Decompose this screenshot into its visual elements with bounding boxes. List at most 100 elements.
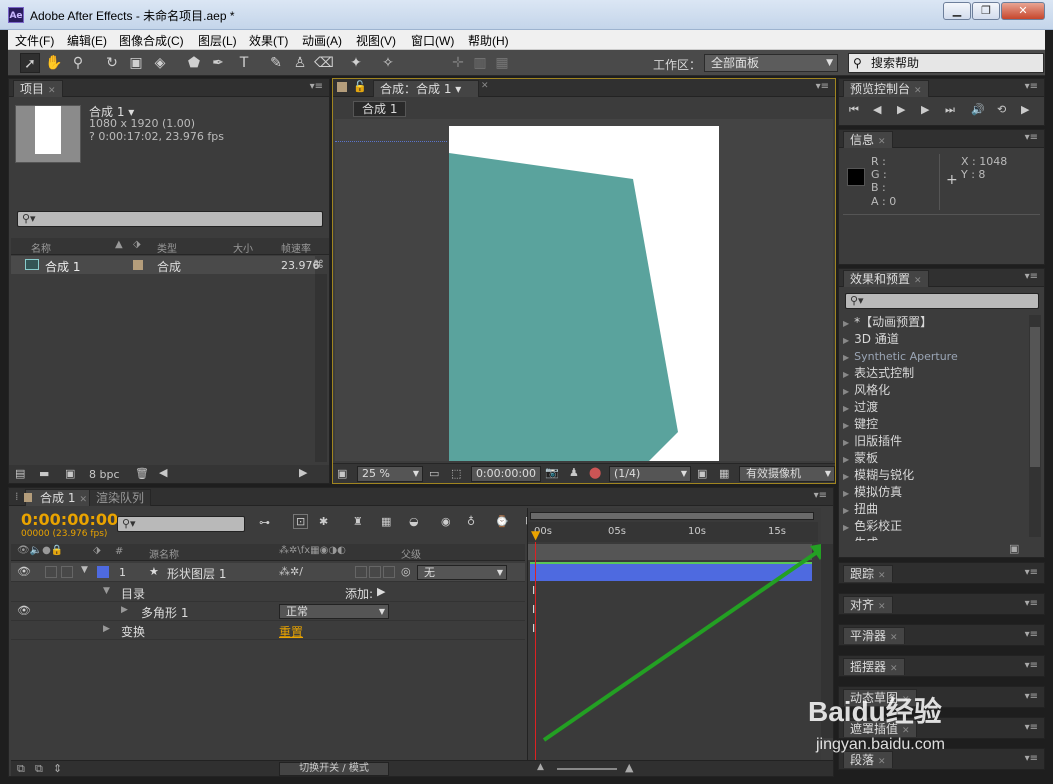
layer-switches-icon[interactable]: ⁂✲/ — [279, 565, 303, 578]
col-fps[interactable]: 帧速率 — [281, 240, 311, 255]
menu-view[interactable]: 视图(V) — [356, 32, 396, 49]
selection-tool-icon[interactable]: ➚ — [20, 53, 40, 73]
add-menu-icon[interactable]: ▶ — [377, 585, 385, 598]
pick-whip-icon[interactable]: ◎ — [401, 565, 411, 578]
effects-category-item[interactable]: ▶ 蒙板 — [843, 450, 1023, 467]
effects-category-item[interactable]: ▶ *【动画预置】 — [843, 314, 1023, 331]
loop-icon[interactable]: ⟲ — [997, 103, 1006, 116]
new-preset-icon[interactable]: ▣ — [1009, 542, 1019, 555]
menu-edit[interactable]: 编辑(E) — [67, 32, 107, 49]
panel-menu-icon[interactable]: ▾≡ — [1025, 629, 1038, 640]
parent-dropdown[interactable]: 无 ▼ — [417, 565, 507, 580]
last-frame-icon[interactable]: ⏭ — [945, 103, 955, 117]
zoom-tool-icon[interactable]: ⚲ — [68, 53, 88, 73]
timeline-zoom-slider[interactable] — [557, 768, 617, 770]
switch-checkbox[interactable] — [355, 566, 367, 578]
expand-arrow-icon[interactable]: ▼ — [81, 565, 88, 575]
panel-menu-icon[interactable]: ▾≡ — [1025, 722, 1038, 733]
reset-link[interactable]: 重置 — [279, 623, 303, 640]
roto-brush-tool-icon[interactable]: ✦ — [346, 53, 366, 73]
minimize-button[interactable]: ▁ — [943, 2, 971, 20]
auto-keyframe-icon[interactable]: ♁ — [467, 515, 475, 528]
close-button[interactable]: ✕ — [1001, 2, 1045, 20]
comp-mini-flowchart-icon[interactable]: ⊶ — [259, 516, 270, 529]
help-search-input[interactable]: ⚲ 搜索帮助 — [848, 53, 1044, 73]
tab-composition[interactable]: 合成：合成 1 ▾ — [373, 80, 479, 97]
shape-tool-icon[interactable]: ⬟ — [184, 53, 204, 73]
transparency-grid-icon[interactable]: ▦ — [719, 467, 729, 480]
shape-layer-graphic[interactable] — [449, 126, 719, 461]
effects-category-item[interactable]: ▶ 表达式控制 — [843, 365, 1023, 382]
tab-wiggler[interactable]: 摇摆器 ✕ — [843, 658, 905, 675]
next-frame-icon[interactable]: ▶ — [921, 103, 929, 116]
eraser-tool-icon[interactable]: ⌫ — [314, 53, 334, 73]
play-icon[interactable]: ▶ — [897, 103, 905, 116]
camera-dropdown[interactable]: 有效摄像机 ▼ — [739, 466, 835, 482]
toggle-switches-modes-button[interactable]: 切换开关 / 模式 — [279, 762, 389, 776]
comp-breadcrumb[interactable]: 合成 1 — [353, 101, 407, 117]
pen-tool-icon[interactable]: ✒ — [208, 53, 228, 73]
tab-info[interactable]: 信息 ✕ — [843, 131, 893, 148]
comp-canvas[interactable] — [449, 126, 719, 461]
pan-behind-tool-icon[interactable]: ◈ — [150, 53, 170, 73]
tab-project[interactable]: 项目 ✕ — [13, 80, 63, 97]
panel-menu-icon[interactable]: ▾≡ — [1025, 598, 1038, 609]
effects-category-item[interactable]: ▶ 键控 — [843, 416, 1023, 433]
menu-window[interactable]: 窗口(W) — [411, 32, 454, 49]
maximize-button[interactable]: ❐ — [972, 2, 1000, 20]
expand-arrow-icon[interactable]: ▶ — [121, 605, 128, 615]
tab-timeline-comp[interactable]: 合成 1 ✕ — [24, 489, 94, 506]
puppet-tool-icon[interactable]: ✧ — [378, 53, 398, 73]
new-folder-icon[interactable]: ▬ — [39, 467, 49, 480]
always-preview-icon[interactable]: ▣ — [337, 467, 347, 480]
layer-name[interactable]: 形状图层 1 — [167, 565, 226, 582]
audio-icon[interactable]: 🔊 — [971, 103, 985, 116]
flowchart-icon[interactable]: ⌘ — [313, 258, 324, 271]
project-row[interactable]: 合成 1 合成 23.976 — [11, 256, 320, 274]
panel-grip-icon[interactable]: ⁞ — [15, 490, 19, 503]
tab-smoother[interactable]: 平滑器 ✕ — [843, 627, 905, 644]
menu-file[interactable]: 文件(F) — [15, 32, 54, 49]
polygon-shape[interactable] — [449, 153, 678, 461]
project-search-input[interactable]: ⚲▾ — [17, 211, 323, 227]
scroll-left-icon[interactable]: ◀ — [159, 466, 167, 479]
project-scrollbar[interactable] — [315, 274, 327, 462]
col-size[interactable]: 大小 — [233, 240, 253, 255]
menu-help[interactable]: 帮助(H) — [468, 32, 509, 49]
frame-blending-icon[interactable]: ▦ — [381, 515, 391, 528]
menu-effect[interactable]: 效果(T) — [249, 32, 288, 49]
transform-row[interactable]: ▶ 变换 重置 — [11, 621, 525, 640]
resolution-dropdown[interactable]: (1/4) ▼ — [609, 466, 691, 482]
hide-shy-icon[interactable]: ♜ — [353, 515, 363, 528]
zoom-out-icon[interactable]: ▲ — [537, 762, 544, 772]
lock-icon[interactable]: 🔓 — [353, 80, 367, 93]
panel-menu-icon[interactable]: ▾≡ — [1025, 567, 1038, 578]
contents-row[interactable]: ▼ 目录 添加: ▶ — [11, 583, 525, 602]
clone-stamp-tool-icon[interactable]: ♙ — [290, 53, 310, 73]
zoom-in-icon[interactable]: ▲ — [625, 761, 633, 774]
new-comp-icon[interactable]: ▣ — [65, 467, 75, 480]
effects-category-item[interactable]: ▶生成 — [843, 535, 1023, 541]
expand-arrow-icon[interactable]: ▶ — [103, 624, 110, 634]
hand-tool-icon[interactable]: ✋ — [44, 53, 64, 73]
effects-category-item[interactable]: ▶ 风格化 — [843, 382, 1023, 399]
expand-arrow-icon[interactable]: ▼ — [103, 586, 110, 596]
camera-tool-icon[interactable]: ▣ — [126, 53, 146, 73]
motion-blur-icon[interactable]: ◒ — [409, 515, 419, 528]
eye-icon[interactable]: 👁 — [17, 565, 31, 578]
lock-checkbox[interactable] — [61, 566, 73, 578]
current-time-field[interactable]: 0:00:00:00 — [471, 466, 541, 482]
timeline-current-time[interactable]: 0:00:00:00 — [21, 510, 118, 529]
effects-search-input[interactable]: ⚲▾ — [845, 293, 1039, 309]
brainstorm-icon[interactable]: ◉ — [441, 515, 451, 528]
eye-icon[interactable]: 👁 — [17, 604, 31, 617]
panel-menu-icon[interactable]: ▾≡ — [1025, 132, 1038, 143]
effects-scrollbar[interactable] — [1029, 315, 1041, 537]
draft-3d-icon[interactable]: ✱ — [319, 515, 328, 528]
effects-category-item[interactable]: ▶ 旧版插件 — [843, 433, 1023, 450]
panel-menu-icon[interactable]: ▾≡ — [1025, 660, 1038, 671]
layer-row[interactable]: 👁 ▼ 1 ★ 形状图层 1 ⁂✲/ ◎ 无 ▼ — [11, 563, 525, 582]
color-channels-icon[interactable]: ⬤ — [589, 466, 601, 479]
effects-category-item[interactable]: ▶ Synthetic Aperture — [843, 348, 1023, 365]
zoom-dropdown[interactable]: 25 % ▼ — [357, 466, 423, 482]
